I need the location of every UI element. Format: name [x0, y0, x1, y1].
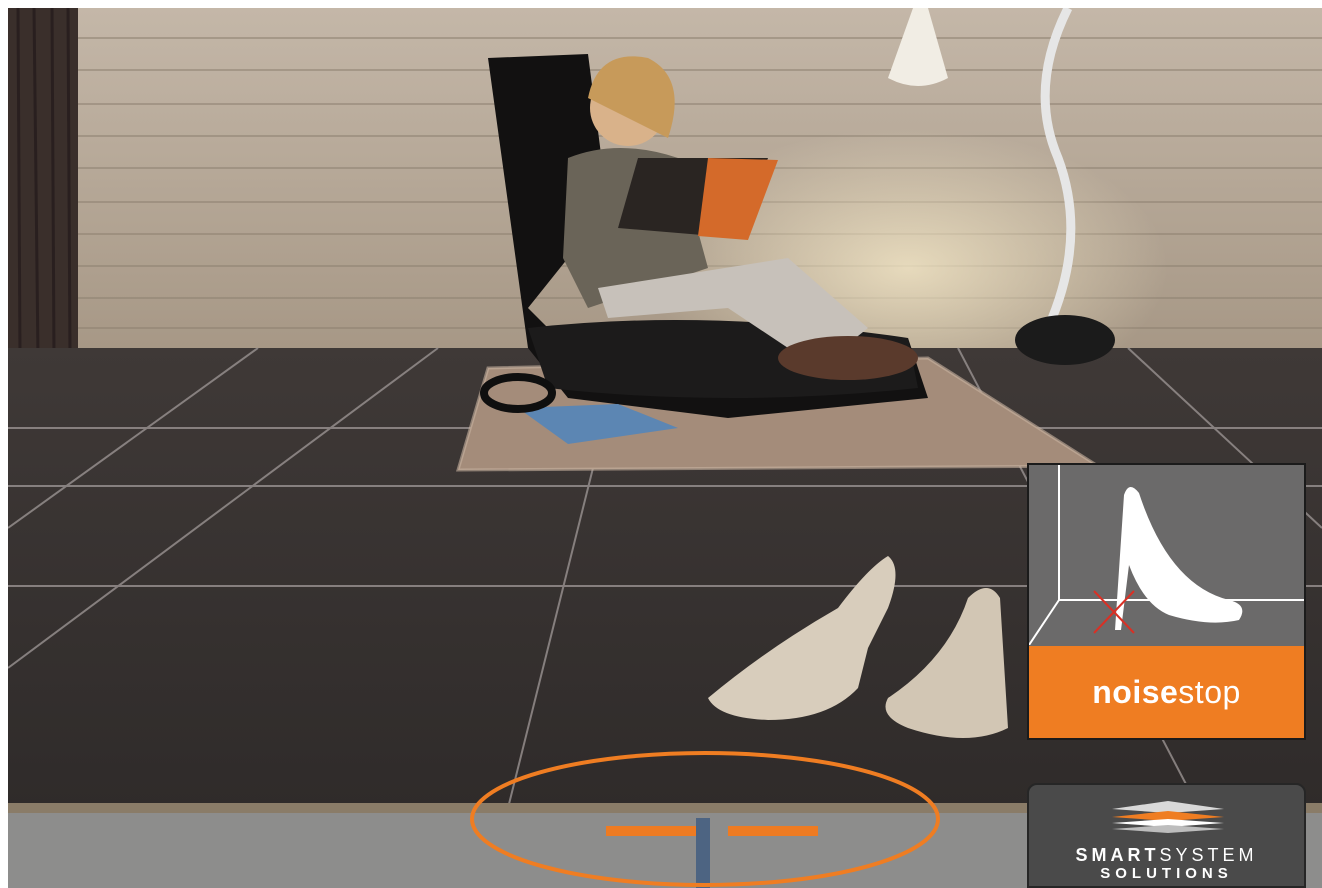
smart-word: SMART	[1075, 845, 1160, 865]
high-heel-icon	[1029, 465, 1304, 645]
orange-strip-left	[606, 826, 696, 836]
scene-illustration	[8, 8, 1322, 888]
scene-photo	[8, 8, 1322, 888]
smartsystem-badge: SMARTSYSTEM SOLUTIONS	[1027, 783, 1306, 888]
lamp-base	[1015, 315, 1115, 365]
noisestop-label: noisestop	[1092, 674, 1241, 711]
solutions-word: SOLUTIONS	[1100, 865, 1233, 882]
noisestop-badge: noisestop	[1027, 463, 1306, 740]
noisestop-light: stop	[1178, 673, 1241, 710]
socks	[778, 336, 918, 380]
noisestop-bold: noise	[1092, 673, 1179, 710]
orange-strip-right	[728, 826, 818, 836]
system-word: SYSTEM	[1159, 845, 1258, 865]
joint-profile	[696, 818, 710, 888]
smartsystem-title: SMARTSYSTEM	[1029, 845, 1304, 866]
noisestop-label-band: noisestop	[1029, 646, 1304, 738]
layers-logo-icon	[1112, 801, 1224, 833]
